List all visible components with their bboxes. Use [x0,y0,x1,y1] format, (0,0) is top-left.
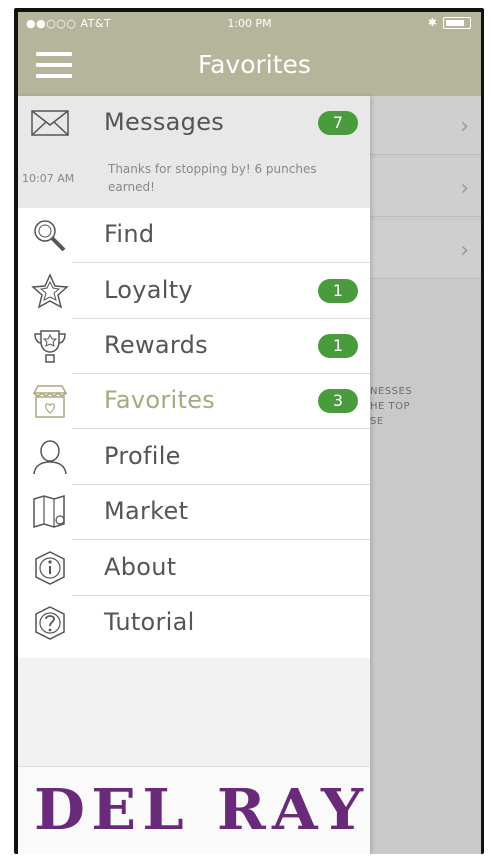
chevron-right-icon: › [460,114,469,139]
bluetooth-icon: ✱ [427,16,437,29]
trophy-icon [34,330,66,363]
background-text-line: SE [370,416,384,427]
menu-item-tutorial[interactable]: Tutorial [18,596,370,651]
menu-label-profile: Profile [104,442,181,470]
battery-icon [443,16,471,29]
message-preview: Thanks for stopping by! 6 punches earned… [108,162,317,194]
status-icons: ✱ [428,16,471,29]
del-ray-logo: DEL RAY [34,777,370,843]
magnifier-icon [34,220,66,252]
menu-label-find: Find [104,220,155,248]
menu-item-favorites[interactable]: Favorites 3 [18,374,370,429]
loyalty-count-badge: 1 [318,279,358,303]
nav-title: Favorites [198,50,311,79]
background-row[interactable]: › [370,220,481,279]
menu-item-about[interactable]: About [18,541,370,596]
menu-label-rewards: Rewards [104,331,208,359]
menu-item-rewards[interactable]: Rewards 1 [18,319,370,374]
menu-label-favorites: Favorites [104,386,216,414]
message-time: 10:07 AM [22,172,75,185]
background-text-line: HE TOP [370,401,411,412]
background-row[interactable]: › [370,158,481,217]
chevron-right-icon: › [460,176,469,201]
background-content: › › › NESSES HE TOP SE [370,96,481,854]
background-text-line: NESSES [370,386,413,397]
menu-item-profile[interactable]: Profile [18,430,370,485]
menu-item-messages[interactable]: Messages 7 [18,96,370,151]
envelope-icon [31,110,69,136]
hamburger-menu-button[interactable] [36,52,72,78]
menu-item-find[interactable]: Find [18,208,370,263]
info-icon [35,551,65,585]
map-icon [33,494,65,529]
menu-label-tutorial: Tutorial [104,608,195,636]
top-bar: ●●○○○ AT&T 1:00 PM ✱ Favorites [18,12,481,96]
side-drawer: Messages 7 10:07 AM Thanks for stopping … [18,96,370,854]
messages-count-badge: 7 [318,111,358,135]
question-icon [35,606,65,640]
rewards-count-badge: 1 [318,334,358,358]
menu-item-market[interactable]: Market [18,485,370,540]
background-text: NESSES HE TOP SE [370,384,412,429]
favorites-count-badge: 3 [318,389,358,413]
logo-footer: DEL RAY [18,766,370,854]
menu-label-messages: Messages [104,108,225,136]
messages-section[interactable]: Messages 7 10:07 AM Thanks for stopping … [18,96,370,208]
status-bar: ●●○○○ AT&T 1:00 PM ✱ [18,12,481,36]
menu-label-market: Market [104,497,189,525]
menu-label-about: About [104,553,177,581]
screen: ●●○○○ AT&T 1:00 PM ✱ Favorites › › › NES… [18,12,481,854]
person-icon [33,440,67,475]
background-row[interactable]: › [370,96,481,155]
storefront-icon [32,385,68,418]
star-icon [31,273,69,309]
menu-label-loyalty: Loyalty [104,276,193,304]
status-time: 1:00 PM [227,17,272,30]
chevron-right-icon: › [460,238,469,263]
menu-item-loyalty[interactable]: Loyalty 1 [18,264,370,319]
